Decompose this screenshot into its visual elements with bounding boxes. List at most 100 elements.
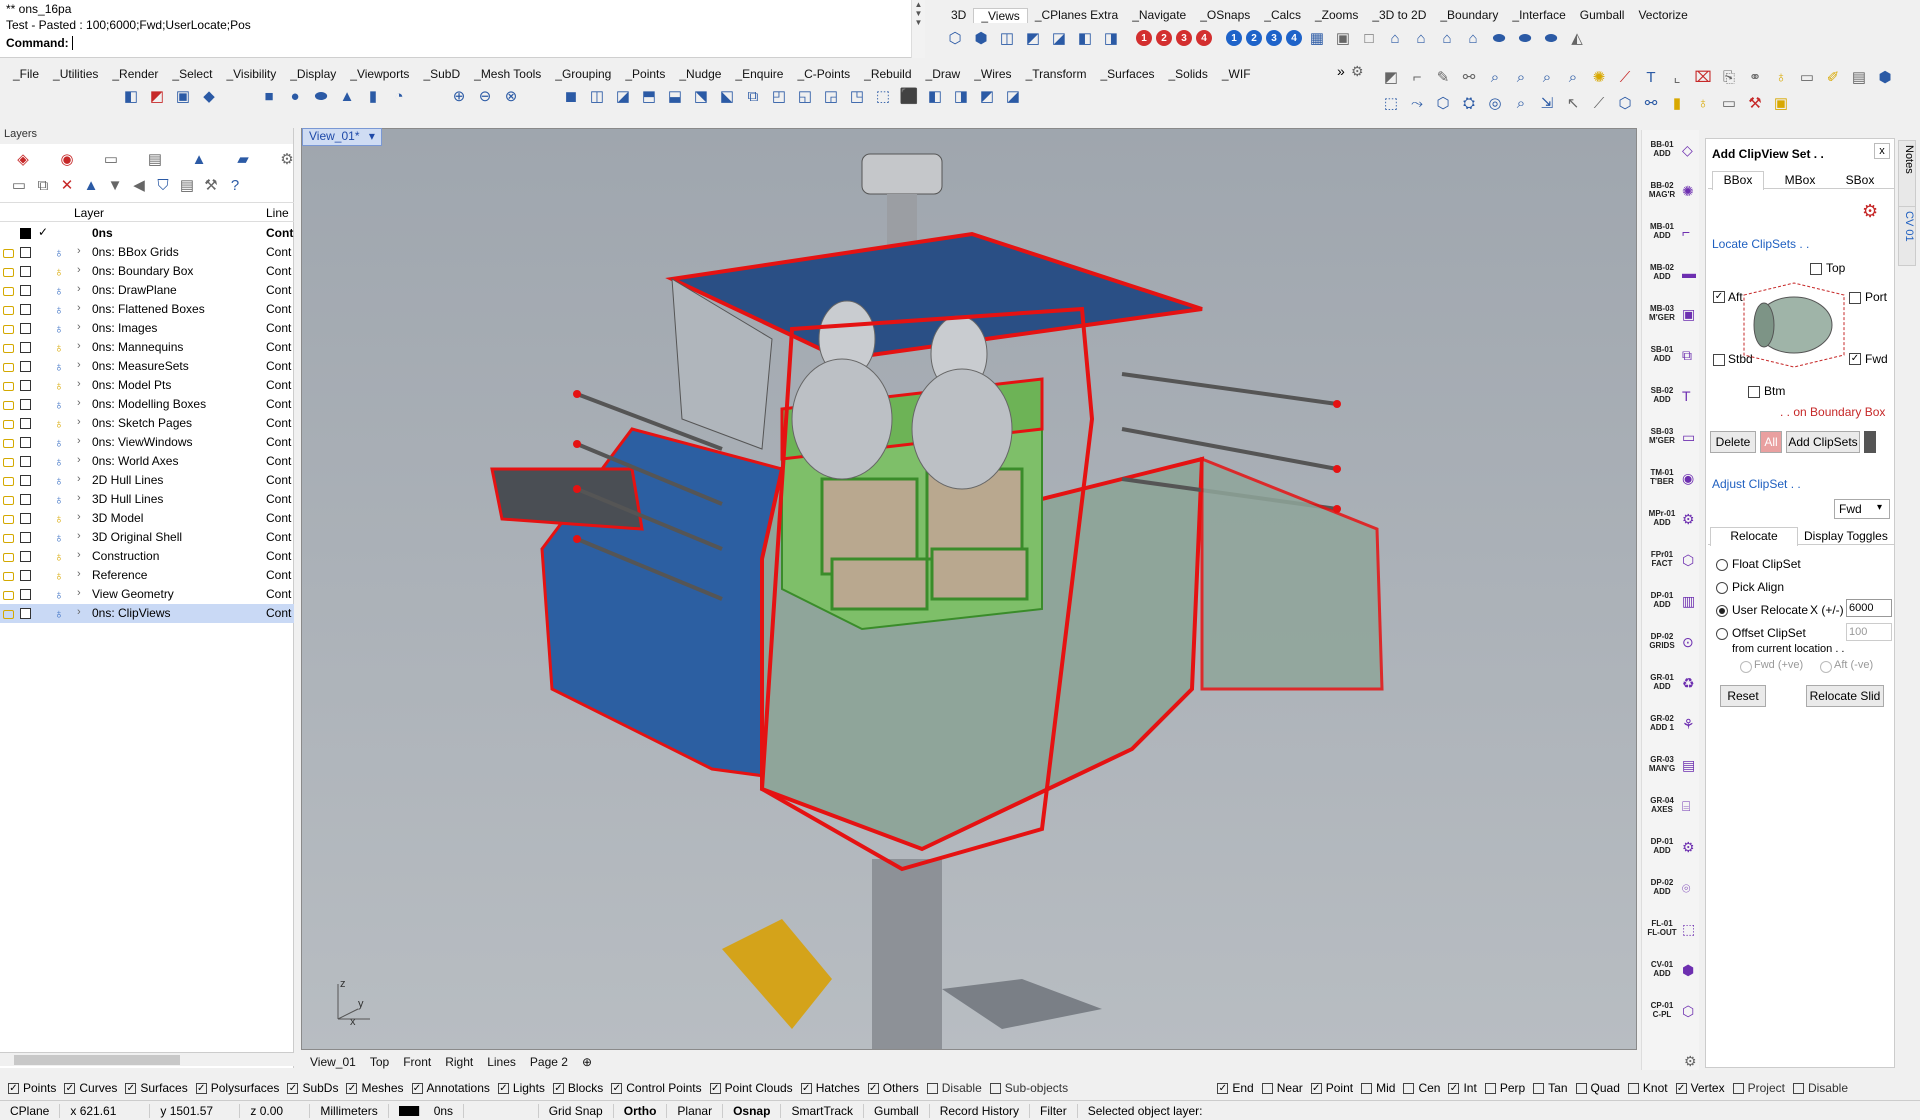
strip-tool-icon[interactable]: ⧉ [1682,347,1692,364]
checkbox[interactable]: ✓ [125,1082,137,1094]
checkbox[interactable] [1533,1082,1545,1094]
layer-color-swatch[interactable] [20,475,31,486]
strip-tool-icon[interactable]: ⚙ [1682,839,1695,856]
linetype-column-header[interactable]: Line [266,206,289,220]
strip-tool-icon[interactable]: ⬡ [1682,552,1694,569]
tools-icon[interactable]: ⚒ [200,174,222,196]
strip-button-label[interactable]: BB-02 MAG'R [1646,181,1678,199]
delete-button[interactable]: Delete [1710,431,1756,453]
expand-chevron-icon[interactable]: › [77,359,81,371]
layer-color-swatch[interactable] [20,437,31,448]
lock-icon[interactable] [3,363,14,372]
checkbox[interactable]: ✓ [1217,1082,1229,1094]
fwd-ve-radio[interactable] [1740,661,1752,673]
layer-color-swatch[interactable] [20,399,31,410]
checkbox[interactable]: ✓ [552,1082,564,1094]
tab-display-toggles[interactable]: Display Toggles [1804,529,1888,543]
display-tab-icon[interactable]: ▭ [100,148,122,170]
sphere-icon[interactable]: ● [284,85,306,107]
expand-chevron-icon[interactable]: › [77,511,81,523]
viewport-tab-1[interactable]: Top [363,1055,396,1069]
tab-relocate[interactable]: Relocate [1710,527,1798,546]
visibility-bulb-icon[interactable]: ♁ [54,511,64,526]
menu-tab-14[interactable]: _Rebuild [857,67,918,81]
menu-tab-7[interactable]: _SubD [416,67,467,81]
tool-icon[interactable]: ⟋ [1588,92,1610,114]
tab-1[interactable]: _Views [973,7,1028,23]
strip-button-label[interactable]: CV-01 ADD [1646,960,1678,978]
view-set-icon[interactable]: ◫ [996,27,1018,49]
tab-11[interactable]: Vectorize [1631,8,1694,22]
all-button[interactable]: All [1760,431,1782,453]
stbd-checkbox[interactable] [1713,354,1725,366]
delete-layer-icon[interactable]: ✕ [56,174,78,196]
checkbox[interactable]: ✓ [195,1082,207,1094]
layer-row[interactable]: ♁ › Construction Cont [0,547,294,566]
checkbox[interactable]: ✓ [800,1082,812,1094]
lock-icon[interactable] [3,420,14,429]
move-to-parent-icon[interactable]: ◀ [128,174,150,196]
sun-icon[interactable]: ✺ [1588,66,1610,88]
tool-icon[interactable]: ⚒ [1744,92,1766,114]
view-set-icon[interactable]: ◧ [1074,27,1096,49]
layer-row[interactable]: ♁ › 0ns: Model Pts Cont [0,376,294,395]
osnaps-1[interactable]: Near [1261,1081,1303,1095]
named-view-red-3[interactable]: 3 [1176,30,1192,46]
checkbox[interactable]: ✓ [411,1082,423,1094]
view-set-icon[interactable]: ◨ [1100,27,1122,49]
tab-0[interactable]: 3D [944,8,973,22]
tool-icon[interactable]: ◎ [1484,92,1506,114]
shade-icon[interactable]: ◆ [198,85,220,107]
strip-button-label[interactable]: BB-01 ADD [1646,140,1678,158]
expand-chevron-icon[interactable]: › [77,568,81,580]
tab-8[interactable]: _Boundary [1433,8,1505,22]
strip-tool-icon[interactable]: ⌾ [1682,880,1690,897]
strip-button-label[interactable]: DP-02 ADD [1646,878,1678,896]
visibility-bulb-icon[interactable]: ♁ [54,473,64,488]
viewport[interactable]: z y x [301,128,1637,1050]
checkbox[interactable] [1403,1082,1415,1094]
layer-row[interactable]: ♁ › 3D Original Shell Cont [0,528,294,547]
tool-icon[interactable]: ▤ [1848,66,1870,88]
cplane-label[interactable]: CPlane [0,1103,61,1118]
layer-row[interactable]: ♁ › Reference Cont [0,566,294,585]
lock-icon[interactable] [3,496,14,505]
visibility-bulb-icon[interactable]: ♁ [54,378,64,393]
tool-icon[interactable]: ⬢ [1874,66,1896,88]
lock-icon[interactable] [3,287,14,296]
status-toggle-1[interactable]: Ortho [614,1103,668,1118]
help-icon[interactable]: ? [224,174,246,196]
expand-chevron-icon[interactable]: › [77,340,81,352]
strip-tool-icon[interactable]: ▣ [1682,306,1695,323]
menu-tab-5[interactable]: _Display [283,67,343,81]
expand-chevron-icon[interactable]: › [77,283,81,295]
current-layer-indicator[interactable]: 0ns [389,1103,539,1118]
layer-row[interactable]: ♁ › 0ns: Boundary Box Cont [0,262,294,281]
layer-row[interactable]: ♁ › 0ns: Modelling Boxes Cont [0,395,294,414]
strip-tool-icon[interactable]: T [1682,388,1691,404]
filters-11[interactable]: ✓ Hatches [800,1081,860,1095]
checkbox[interactable]: ✓ [611,1082,623,1094]
strip-button-label[interactable]: CP-01 C-PL [1646,1001,1678,1019]
layer-row[interactable]: ♁ › 3D Hull Lines Cont [0,490,294,509]
filters-14[interactable]: Sub-objects [989,1081,1068,1095]
new-layer-icon[interactable]: ▭ [8,174,30,196]
fillet-icon[interactable]: ◳ [846,85,868,107]
menu-tab-3[interactable]: _Select [165,67,219,81]
solid-edit-icon[interactable]: ◩ [976,85,998,107]
gear-icon[interactable]: ⚙ [1351,63,1364,80]
menu-tab-15[interactable]: _Draw [919,67,968,81]
user-relocate-radio[interactable] [1716,605,1728,617]
status-toggle-3[interactable]: Osnap [723,1103,782,1118]
viewport-tab-4[interactable]: Lines [480,1055,523,1069]
shell-icon[interactable]: ⬚ [872,85,894,107]
tool-icon[interactable]: ⌐ [1406,66,1428,88]
expand-chevron-icon[interactable]: › [77,302,81,314]
tool-icon[interactable]: ⛭ [1458,92,1480,114]
checkbox[interactable]: ✓ [8,1082,19,1094]
expand-chevron-icon[interactable]: › [77,473,81,485]
layer-color-swatch[interactable] [20,361,31,372]
expand-chevron-icon[interactable]: › [77,416,81,428]
add-viewport-tab-icon[interactable]: ⊕ [575,1055,599,1069]
tool-icon[interactable]: ▭ [1796,66,1818,88]
